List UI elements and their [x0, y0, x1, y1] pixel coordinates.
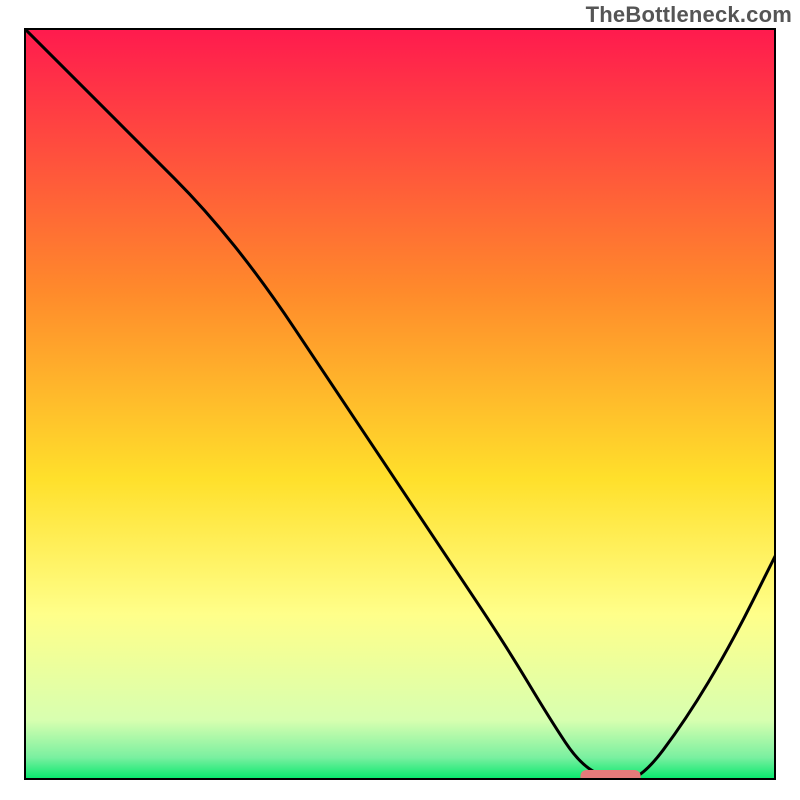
chart-container: TheBottleneck.com	[0, 0, 800, 800]
bottleneck-chart	[24, 28, 776, 780]
watermark-text: TheBottleneck.com	[586, 2, 792, 28]
plot-area	[24, 28, 776, 780]
